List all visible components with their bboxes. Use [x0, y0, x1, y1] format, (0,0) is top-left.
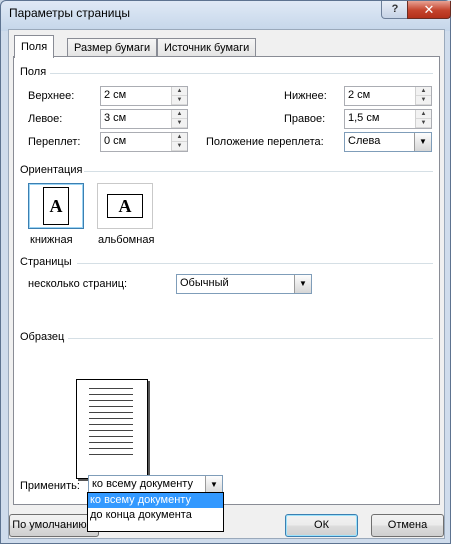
dialog-window: Параметры страницы ? ✕ Поля Размер бумаг… — [0, 0, 451, 544]
spin-up-icon[interactable]: ▲ — [172, 110, 187, 119]
tab-panel: Поля Верхнее: 2 см ▲ ▼ Нижнее: 2 см ▲ ▼ Ле… — [13, 56, 440, 505]
spin-down-icon[interactable]: ▼ — [416, 96, 431, 105]
tab-paper-source[interactable]: Источник бумаги — [157, 38, 257, 57]
spin-down-icon[interactable]: ▼ — [172, 96, 187, 105]
divider — [84, 171, 433, 172]
spin-down-icon[interactable]: ▼ — [172, 119, 187, 128]
dialog-client: Поля Размер бумаги Источник бумаги Поля … — [8, 29, 445, 539]
left-margin-spinner[interactable]: 3 см ▲ ▼ — [100, 109, 188, 129]
left-margin-label: Левое: — [28, 113, 63, 125]
right-margin-value[interactable]: 1,5 см — [348, 112, 379, 124]
chevron-down-icon[interactable]: ▼ — [294, 275, 311, 293]
spin-up-icon[interactable]: ▲ — [172, 87, 187, 96]
landscape-page-icon: A — [107, 194, 143, 218]
divider — [77, 263, 433, 264]
spin-up-icon[interactable]: ▲ — [172, 133, 187, 142]
page-preview — [76, 379, 148, 479]
gutter-position-label: Положение переплета: — [206, 136, 324, 148]
apply-to-dropdown-list[interactable]: ко всему документу до конца документа — [87, 492, 224, 532]
portrait-label[interactable]: книжная — [30, 234, 73, 246]
gutter-position-select[interactable]: Слева ▼ — [344, 132, 432, 152]
portrait-option[interactable]: A — [28, 183, 84, 229]
ok-button[interactable]: ОК — [285, 514, 358, 537]
divider — [50, 73, 433, 74]
spin-down-icon[interactable]: ▼ — [172, 142, 187, 151]
spin-up-icon[interactable]: ▲ — [416, 87, 431, 96]
gutter-label: Переплет: — [28, 136, 81, 148]
window-title: Параметры страницы — [9, 6, 130, 20]
orientation-section-title: Ориентация — [20, 164, 83, 176]
apply-label: Применить: — [20, 480, 80, 492]
spin-down-icon[interactable]: ▼ — [416, 119, 431, 128]
list-item[interactable]: до конца документа — [88, 508, 223, 523]
pages-section-title: Страницы — [20, 256, 72, 268]
spin-up-icon[interactable]: ▲ — [416, 110, 431, 119]
chevron-down-icon[interactable]: ▼ — [414, 133, 431, 151]
margins-section-title: Поля — [20, 66, 47, 78]
multiple-pages-value: Обычный — [180, 277, 229, 289]
preview-section-title: Образец — [20, 331, 65, 343]
portrait-page-icon: A — [43, 187, 69, 225]
title-bar[interactable]: Параметры страницы ? ✕ — [1, 1, 451, 29]
left-margin-value[interactable]: 3 см — [104, 112, 126, 124]
default-button[interactable]: По умолчанию... — [9, 514, 99, 537]
right-margin-label: Правое: — [284, 113, 326, 125]
tab-paper-size[interactable]: Размер бумаги — [67, 38, 158, 57]
close-button[interactable]: ✕ — [407, 1, 451, 19]
landscape-option[interactable]: A — [97, 183, 153, 229]
gutter-position-value: Слева — [348, 135, 381, 147]
list-item[interactable]: ко всему документу — [88, 493, 223, 508]
gutter-value[interactable]: 0 см — [104, 135, 126, 147]
bottom-margin-label: Нижнее: — [284, 90, 327, 102]
help-button[interactable]: ? — [381, 1, 409, 19]
bottom-margin-spinner[interactable]: 2 см ▲ ▼ — [344, 86, 432, 106]
landscape-label[interactable]: альбомная — [98, 234, 154, 246]
gutter-spinner[interactable]: 0 см ▲ ▼ — [100, 132, 188, 152]
multiple-pages-select[interactable]: Обычный ▼ — [176, 274, 312, 294]
divider — [68, 338, 433, 339]
apply-to-value: ко всему документу — [92, 478, 193, 490]
multiple-pages-label: несколько страниц: — [28, 278, 128, 290]
tab-margins[interactable]: Поля — [14, 35, 55, 58]
cancel-button[interactable]: Отмена — [371, 514, 444, 537]
bottom-margin-value[interactable]: 2 см — [348, 89, 370, 101]
top-margin-spinner[interactable]: 2 см ▲ ▼ — [100, 86, 188, 106]
top-margin-value[interactable]: 2 см — [104, 89, 126, 101]
right-margin-spinner[interactable]: 1,5 см ▲ ▼ — [344, 109, 432, 129]
top-margin-label: Верхнее: — [28, 90, 75, 102]
